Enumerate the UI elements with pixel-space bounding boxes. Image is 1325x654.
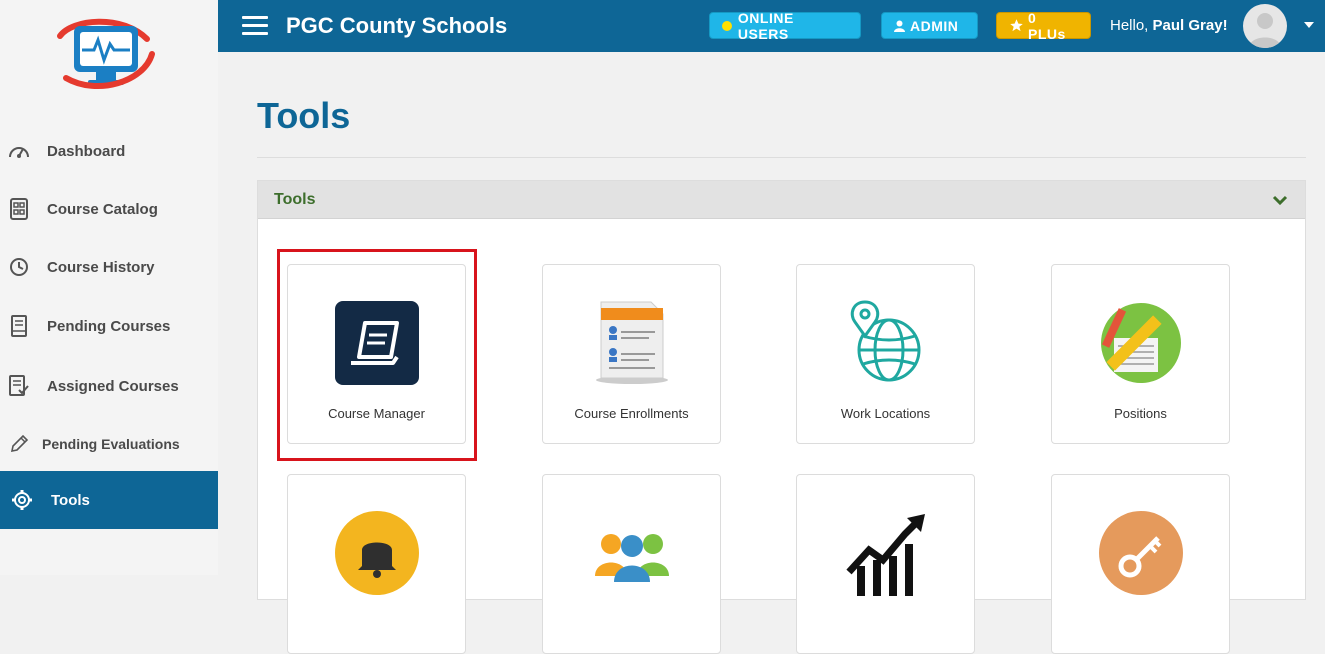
star-icon <box>1009 18 1024 33</box>
plus-button[interactable]: 0 PLUs <box>996 9 1091 42</box>
tile-users[interactable] <box>542 474 721 654</box>
divider <box>257 157 1306 158</box>
tile-course-manager[interactable]: Course Manager <box>287 264 466 444</box>
tile-security[interactable] <box>1051 474 1230 654</box>
sidebar-item-tools[interactable]: Tools <box>0 471 218 529</box>
ruler-pencil-icon <box>1098 300 1184 386</box>
tile-positions[interactable]: Positions <box>1051 264 1230 444</box>
menu-icon[interactable] <box>242 16 268 36</box>
tile-label: Work Locations <box>840 406 931 421</box>
tile-reports[interactable] <box>796 474 975 654</box>
chevron-down-icon[interactable] <box>1272 193 1288 207</box>
sidebar-item-dashboard[interactable]: Dashboard <box>0 126 218 176</box>
enrollment-doc-icon <box>589 300 675 386</box>
admin-label: ADMIN <box>910 17 959 34</box>
sidebar-item-label: Tools <box>51 491 90 509</box>
top-bar: PGC County Schools ONLINE USERS ADMIN 0 … <box>218 0 1325 52</box>
user-name: Paul Gray! <box>1152 17 1228 34</box>
page-title: Tools <box>257 95 351 136</box>
sidebar-item-pending-courses[interactable]: Pending Courses <box>0 301 218 351</box>
users-group-icon <box>589 510 675 596</box>
clock-icon <box>8 256 30 278</box>
online-users-label: ONLINE USERS <box>737 9 794 42</box>
status-dot-icon <box>722 20 732 31</box>
sidebar-item-label: Dashboard <box>47 142 126 160</box>
trend-chart-icon <box>843 510 929 596</box>
sidebar-item-label: Pending Courses <box>47 317 171 335</box>
sidebar-item-label: Pending Evaluations <box>42 436 180 452</box>
bell-icon <box>334 510 420 596</box>
app-logo[interactable] <box>52 14 162 94</box>
book-icon <box>8 315 30 337</box>
sidebar-item-pending-evaluations[interactable]: Pending Evaluations <box>0 419 218 469</box>
tile-notifications[interactable] <box>287 474 466 654</box>
sidebar-item-assigned-courses[interactable]: Assigned Courses <box>0 361 218 411</box>
tile-work-locations[interactable]: Work Locations <box>796 264 975 444</box>
tile-label: Course Enrollments <box>574 406 689 421</box>
checklist-icon <box>8 375 30 397</box>
user-icon <box>894 20 905 32</box>
plus-label: 0 PLUs <box>1028 9 1066 42</box>
online-users-button[interactable]: ONLINE USERS <box>709 9 861 42</box>
sidebar-item-label: Assigned Courses <box>47 377 179 395</box>
globe-pin-icon <box>843 300 929 386</box>
greeting: Hello, Paul Gray! <box>1110 17 1228 34</box>
sidebar-item-course-history[interactable]: Course History <box>0 242 218 292</box>
book-app-icon <box>334 300 420 386</box>
gauge-icon <box>8 140 30 162</box>
site-title: PGC County Schools <box>286 13 508 38</box>
panel-title: Tools <box>274 191 316 208</box>
admin-button[interactable]: ADMIN <box>881 12 978 39</box>
catalog-icon <box>8 198 30 220</box>
sidebar-item-course-catalog[interactable]: Course Catalog <box>0 184 218 234</box>
key-icon <box>1098 510 1184 596</box>
avatar[interactable] <box>1243 4 1287 48</box>
sidebar: Dashboard Course Catalog Course History … <box>0 0 218 575</box>
panel-header[interactable]: Tools <box>258 181 1305 219</box>
tile-label: Positions <box>1114 406 1167 421</box>
chevron-down-icon[interactable] <box>1304 22 1314 28</box>
sidebar-item-label: Course History <box>47 258 155 276</box>
pencil-icon <box>8 433 30 455</box>
tile-label: Course Manager <box>328 406 425 421</box>
gear-icon <box>11 489 33 511</box>
sidebar-item-label: Course Catalog <box>47 200 158 218</box>
tile-course-enrollments[interactable]: Course Enrollments <box>542 264 721 444</box>
